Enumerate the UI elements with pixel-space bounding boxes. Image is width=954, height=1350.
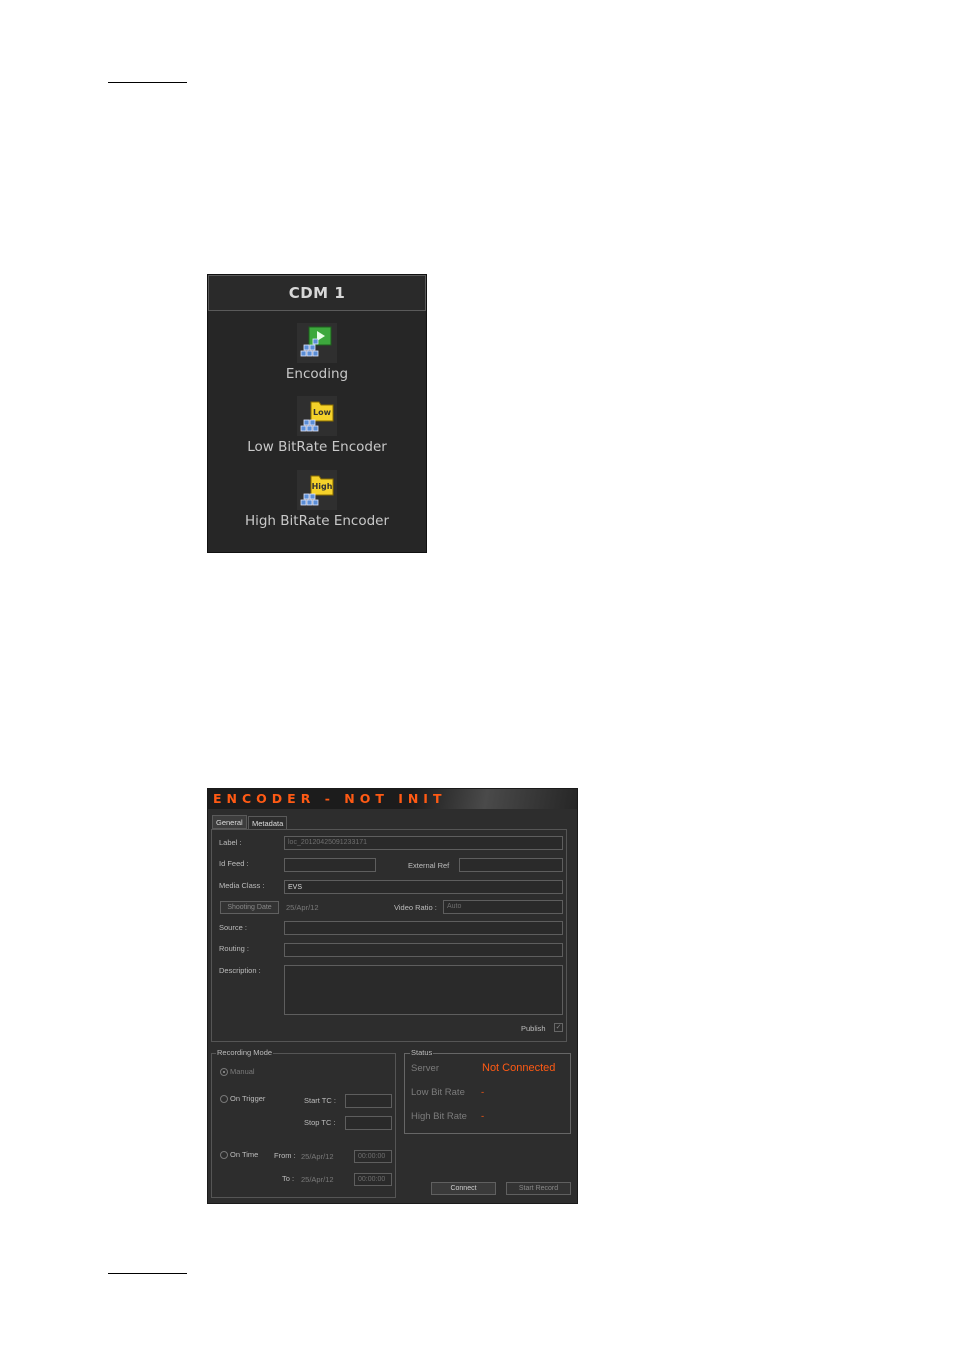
low-bitrate-icon: Low <box>297 396 337 436</box>
high-bitrate-item[interactable]: High High BitRate Encoder <box>208 470 426 529</box>
status-legend: Status <box>410 1048 434 1057</box>
cdm-title: CDM 1 <box>208 275 426 311</box>
label-field[interactable]: loc_20120425091233171 <box>284 836 563 850</box>
encoding-item[interactable]: Encoding <box>208 323 426 382</box>
recording-mode-legend: Recording Mode <box>216 1048 274 1057</box>
to-date: 25/Apr/12 <box>301 1175 334 1184</box>
routing-field[interactable] <box>284 943 563 957</box>
source-caption: Source : <box>219 923 247 932</box>
footer-rule <box>108 1273 187 1274</box>
to-caption: To : <box>282 1174 295 1183</box>
manual-label: Manual <box>230 1067 255 1076</box>
start-record-button[interactable]: Start Record <box>506 1182 571 1195</box>
media-class-caption: Media Class : <box>219 881 265 890</box>
id-feed-caption: Id Feed : <box>219 859 249 868</box>
high-bit-rate-value: - <box>481 1111 485 1122</box>
tab-metadata[interactable]: Metadata <box>248 816 288 830</box>
video-ratio-field[interactable]: Auto <box>443 900 563 914</box>
connect-button[interactable]: Connect <box>431 1182 496 1195</box>
manual-radio[interactable] <box>220 1068 228 1076</box>
stop-tc-caption: Stop TC : <box>304 1118 336 1127</box>
source-field[interactable] <box>284 921 563 935</box>
on-time-radio[interactable] <box>220 1151 228 1159</box>
to-time-field[interactable]: 00:00:00 <box>354 1173 392 1186</box>
from-caption: From : <box>274 1151 296 1160</box>
label-caption: Label : <box>219 838 242 847</box>
encoding-label: Encoding <box>285 366 349 382</box>
low-bitrate-item[interactable]: Low Low BitRate Encoder <box>208 396 426 455</box>
on-time-label: On Time <box>230 1150 259 1159</box>
low-bitrate-label: Low BitRate Encoder <box>247 439 387 455</box>
encoder-header: ENCODER - NOT INIT <box>208 789 577 809</box>
external-ref-field[interactable] <box>459 858 563 872</box>
shooting-date-value: 25/Apr/12 <box>286 903 319 912</box>
encoding-icon <box>297 323 337 363</box>
high-badge-text: High <box>312 482 333 491</box>
stop-tc-field[interactable] <box>345 1116 392 1130</box>
on-trigger-radio[interactable] <box>220 1095 228 1103</box>
low-badge-text: Low <box>313 408 332 417</box>
video-ratio-caption: Video Ratio : <box>394 903 437 912</box>
publish-caption: Publish <box>521 1024 546 1033</box>
on-trigger-label: On Trigger <box>230 1094 266 1103</box>
server-caption: Server <box>411 1063 439 1074</box>
publish-checkbox[interactable]: ✓ <box>554 1023 563 1032</box>
header-rule <box>108 82 187 83</box>
tab-general[interactable]: General <box>212 815 247 829</box>
id-feed-field[interactable] <box>284 858 376 872</box>
encoder-window: ENCODER - NOT INIT General Metadata Labe… <box>207 788 578 1204</box>
start-tc-caption: Start TC : <box>304 1096 336 1105</box>
start-tc-field[interactable] <box>345 1094 392 1108</box>
routing-caption: Routing : <box>219 944 250 953</box>
media-class-field[interactable]: EVS <box>284 880 563 894</box>
description-caption: Description : <box>219 966 261 975</box>
encoder-title: ENCODER - NOT INIT <box>213 791 447 806</box>
from-date: 25/Apr/12 <box>301 1152 334 1161</box>
high-bitrate-label: High BitRate Encoder <box>244 513 390 529</box>
cdm-panel: CDM 1 Encoding Low Low BitRate Encoder H… <box>207 274 427 553</box>
shooting-date-button[interactable]: Shooting Date <box>220 901 279 914</box>
from-time-field[interactable]: 00:00:00 <box>354 1150 392 1163</box>
high-bit-rate-caption: High Bit Rate <box>411 1111 467 1122</box>
high-bitrate-icon: High <box>297 470 337 510</box>
low-bit-rate-value: - <box>481 1087 485 1098</box>
external-ref-caption: External Ref <box>408 861 450 870</box>
low-bit-rate-caption: Low Bit Rate <box>411 1087 465 1098</box>
server-status: Not Connected <box>482 1062 556 1074</box>
description-field[interactable] <box>284 965 563 1015</box>
